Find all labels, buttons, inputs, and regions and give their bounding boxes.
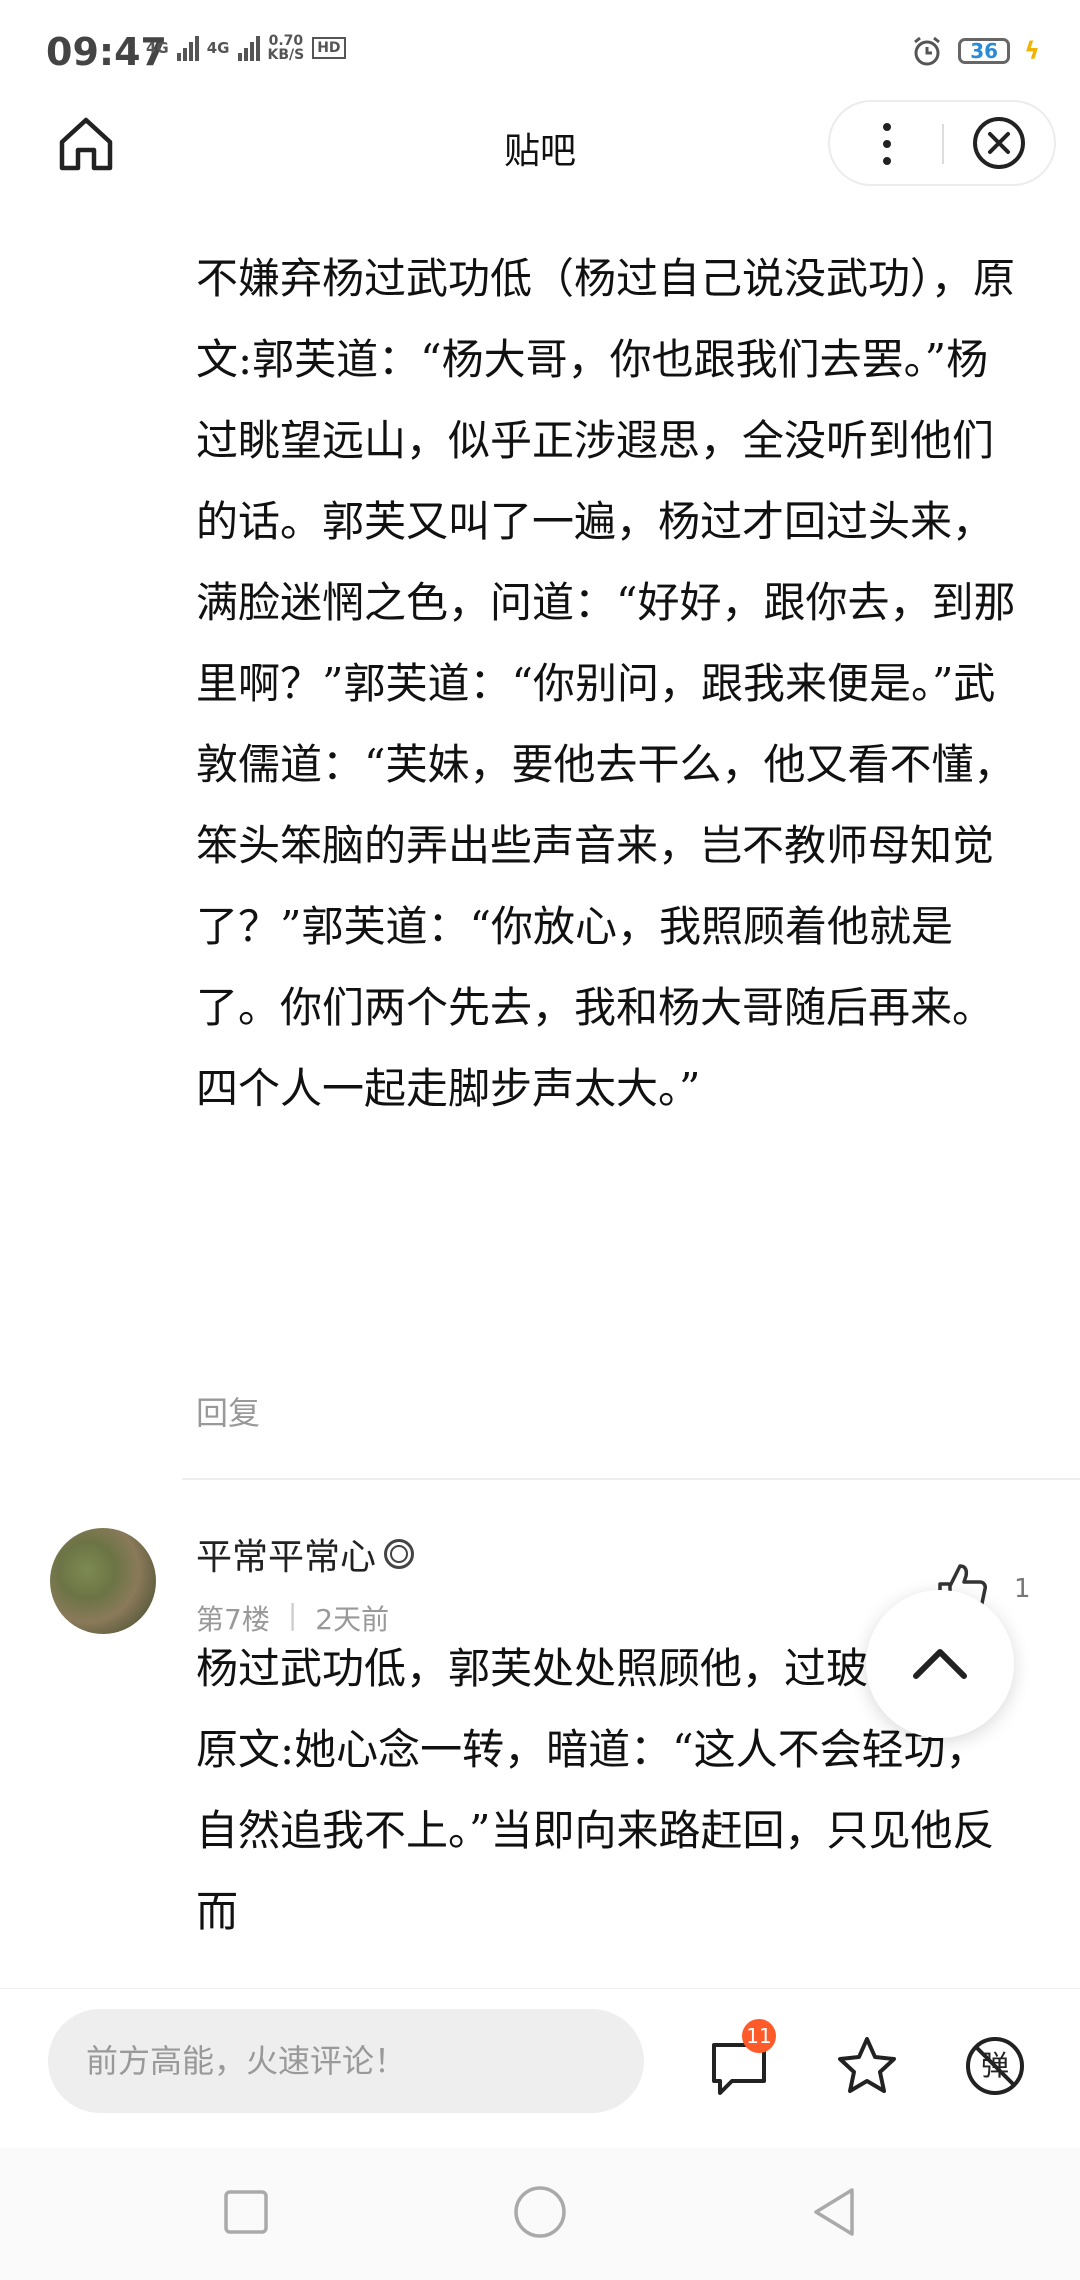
charging-icon: ϟ: [1024, 37, 1040, 65]
speed-unit: KB/S: [267, 47, 305, 63]
divider: [182, 1478, 1080, 1480]
battery-level: 36: [970, 39, 999, 63]
mini-program-capsule: [828, 100, 1056, 186]
scroll-to-top-button[interactable]: [866, 1590, 1014, 1738]
capsule-divider: [942, 124, 944, 164]
battery-icon: 36: [958, 38, 1011, 64]
comment-username-row[interactable]: 平常平常心: [196, 1528, 415, 1580]
more-dots-icon[interactable]: [862, 114, 912, 174]
recent-apps-icon[interactable]: [214, 2180, 278, 2244]
star-icon[interactable]: [834, 2033, 900, 2099]
post-body-text: 不嫌弃杨过武功低（杨过自己说没武功），原文:郭芙道：“杨大哥，你也跟我们去罢。”…: [196, 254, 1016, 1113]
comment-input[interactable]: [48, 2009, 644, 2113]
system-nav-bar: [0, 2148, 1080, 2280]
signal-icon: [237, 35, 260, 61]
status-bar: 09:47 4G 4G 0.70 KB/S HD 36 ϟ: [0, 0, 1080, 108]
home-circle-icon[interactable]: [508, 2180, 572, 2244]
network-type-1: 4G: [146, 39, 169, 57]
comment-username[interactable]: 平常平常心: [196, 1528, 376, 1580]
bullet-label: 弹: [980, 2049, 1009, 2082]
level-ring-icon: [384, 1539, 415, 1569]
bottom-action-bar: 11 弹: [0, 1988, 1080, 2149]
status-right: 36 ϟ: [910, 34, 1040, 68]
signal-icon: [176, 35, 199, 61]
network-speed: 0.70 KB/S: [268, 34, 305, 62]
like-count: 1: [1014, 1574, 1031, 1604]
comment-count-badge: 11: [742, 2019, 776, 2053]
close-icon[interactable]: [968, 112, 1030, 174]
network-indicators: 4G 4G 0.70 KB/S HD: [146, 34, 346, 62]
reply-button[interactable]: 回复: [196, 1388, 260, 1434]
chevron-up-icon: [913, 1649, 967, 1679]
hd-badge: HD: [312, 37, 346, 59]
app-header: 贴吧: [0, 100, 1080, 204]
network-type-2: 4G: [206, 39, 230, 57]
back-triangle-icon[interactable]: [802, 2180, 866, 2244]
alarm-icon: [914, 36, 941, 66]
bullet-off-icon[interactable]: 弹: [962, 2033, 1028, 2099]
avatar[interactable]: [50, 1528, 156, 1634]
